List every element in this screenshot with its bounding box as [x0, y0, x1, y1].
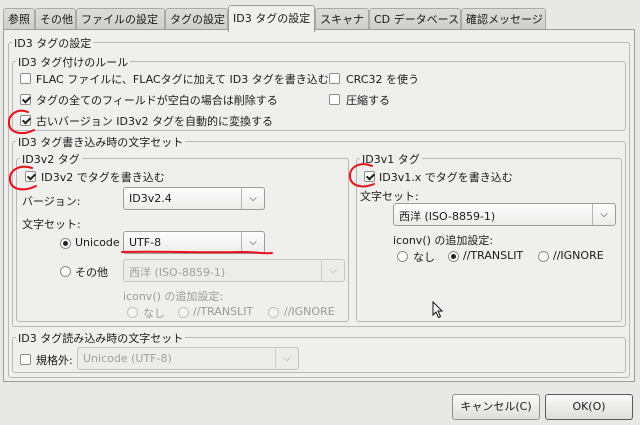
- write-charset-title: ID3 タグ書き込み時の文字セット: [16, 134, 186, 150]
- tab-id3-settings[interactable]: ID3 タグの設定: [228, 5, 315, 32]
- id3v2-iconv-translit-radio[interactable]: [178, 307, 189, 318]
- tab-scanner[interactable]: スキャナ: [315, 8, 369, 29]
- tab-tag-settings[interactable]: タグの設定: [165, 8, 228, 29]
- id3v1-iconv-none-label: なし: [413, 251, 435, 264]
- version-value: ID3v2.4: [129, 192, 172, 205]
- cancel-button[interactable]: キャンセル(C): [452, 394, 540, 420]
- read-charset-value: Unicode (UTF-8): [83, 352, 172, 365]
- delete-empty-label: タグの全てのフィールドが空白の場合は削除する: [36, 94, 278, 107]
- version-select[interactable]: ID3v2.4 ⌵: [123, 187, 265, 210]
- crc32-checkbox[interactable]: [329, 73, 340, 84]
- unicode-charset-select[interactable]: UTF-8 ⌵: [123, 231, 265, 254]
- chevron-down-icon: ⌵: [592, 204, 615, 225]
- id3v1-iconv-ignore-label: //IGNORE: [553, 249, 604, 262]
- id3v1-charset-select[interactable]: 西洋 (ISO-8859-1) ⌵: [393, 203, 616, 226]
- id3v1-iconv-translit-label: //TRANSLIT: [463, 249, 524, 262]
- tab-bar: 参照 その他 ファイルの設定 タグの設定 ID3 タグの設定 スキャナ CD デ…: [3, 4, 637, 32]
- id3v2-charset-label: 文字セット:: [22, 218, 81, 231]
- id3v1-charset-label: 文字セット:: [360, 190, 419, 203]
- mouse-cursor-icon: [432, 301, 444, 319]
- rules-title: ID3 タグ付けのルール: [16, 54, 131, 70]
- compress-label: 圧縮する: [346, 94, 390, 107]
- other-charset-select[interactable]: 西洋 (ISO-8859-1) ⌵: [123, 259, 345, 282]
- chevron-down-icon: ⌵: [275, 348, 298, 369]
- tab-cd-database[interactable]: CD データベース: [369, 8, 461, 29]
- nonstandard-label: 規格外:: [36, 354, 73, 367]
- id3v2-iconv-none-label: なし: [143, 307, 165, 320]
- ok-button[interactable]: OK(O): [545, 394, 633, 420]
- tab-file-settings[interactable]: ファイルの設定: [76, 8, 165, 29]
- id3v2-iconv-ignore-label: //IGNORE: [284, 305, 335, 318]
- tab-misc[interactable]: その他: [35, 8, 76, 29]
- auto-convert-checkbox[interactable]: [20, 115, 31, 126]
- crc32-label: CRC32 を使う: [346, 73, 419, 86]
- chevron-down-icon: ⌵: [321, 260, 344, 281]
- id3v2-write-label: ID3v2 でタグを書き込む: [41, 171, 165, 184]
- auto-convert-label: 古いバージョン ID3v2 タグを自動的に変換する: [36, 115, 273, 128]
- unicode-label: Unicode: [75, 236, 120, 249]
- id3v1-write-label: ID3v1.x でタグを書き込む: [379, 171, 513, 184]
- flac-id3-label: FLAC ファイルに、FLACタグに加えて ID3 タグを書き込む: [36, 73, 329, 86]
- delete-empty-checkbox[interactable]: [20, 94, 31, 105]
- id3v2-iconv-label: iconv() の追加設定:: [123, 290, 224, 303]
- id3v1-charset-value: 西洋 (ISO-8859-1): [399, 210, 496, 223]
- id3v1-write-checkbox[interactable]: [364, 171, 375, 182]
- other-charset-value: 西洋 (ISO-8859-1): [129, 266, 226, 279]
- nonstandard-checkbox[interactable]: [20, 354, 31, 365]
- unicode-radio[interactable]: [60, 238, 71, 249]
- id3v1-iconv-label: iconv() の追加設定:: [393, 234, 494, 247]
- version-label: バージョン:: [22, 195, 81, 208]
- read-charset-title: ID3 タグ読み込み時の文字セット: [16, 330, 186, 346]
- id3v1-iconv-none-radio[interactable]: [397, 251, 408, 262]
- id3v2-title: ID3v2 タグ: [20, 151, 82, 167]
- unicode-charset-value: UTF-8: [129, 236, 162, 249]
- id3-settings-title: ID3 タグの設定: [12, 35, 94, 51]
- other-charset-label: その他: [75, 266, 108, 279]
- compress-checkbox[interactable]: [329, 94, 340, 105]
- id3v1-title: ID3v1 タグ: [360, 151, 422, 167]
- read-charset-select[interactable]: Unicode (UTF-8) ⌵: [77, 347, 299, 370]
- flac-id3-checkbox[interactable]: [20, 73, 31, 84]
- id3v2-iconv-none-radio[interactable]: [127, 307, 138, 318]
- id3v1-iconv-ignore-radio[interactable]: [538, 251, 549, 262]
- tab-confirm-messages[interactable]: 確認メッセージ: [461, 8, 546, 29]
- id3v2-iconv-ignore-radio[interactable]: [268, 307, 279, 318]
- chevron-down-icon: ⌵: [241, 188, 264, 209]
- chevron-down-icon: ⌵: [241, 232, 264, 253]
- id3v2-write-checkbox[interactable]: [25, 171, 36, 182]
- tab-browse[interactable]: 参照: [3, 8, 35, 29]
- other-charset-radio[interactable]: [60, 266, 71, 277]
- id3v1-iconv-translit-radio[interactable]: [448, 251, 459, 262]
- id3v2-iconv-translit-label: //TRANSLIT: [193, 305, 254, 318]
